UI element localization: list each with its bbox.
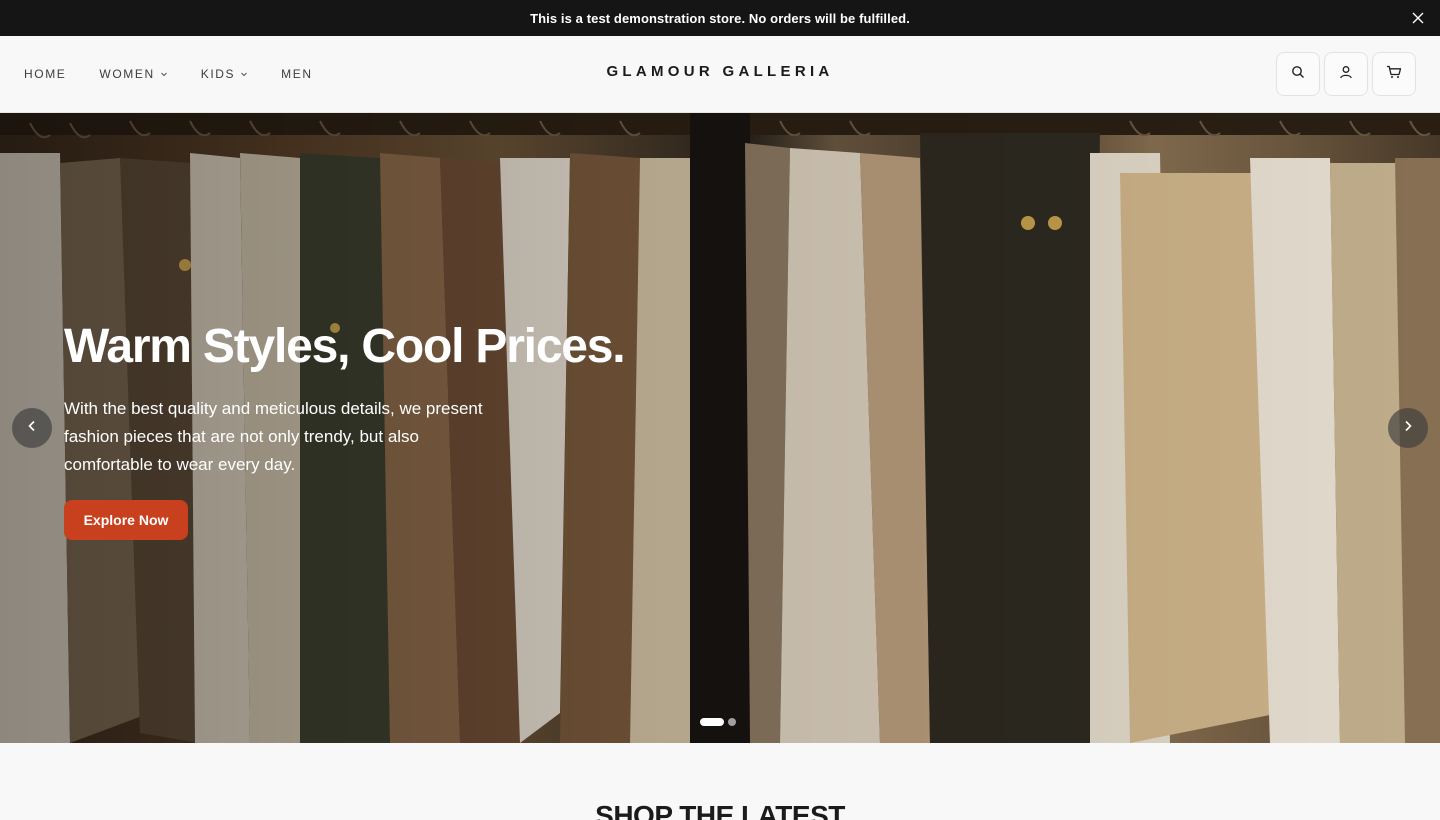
slide-dot-1[interactable] [700, 718, 724, 726]
header-actions [1272, 52, 1416, 96]
close-icon[interactable] [1408, 8, 1428, 28]
slide-dot-2[interactable] [728, 718, 736, 726]
explore-now-button[interactable]: Explore Now [64, 500, 188, 540]
hero-subtitle: With the best quality and meticulous det… [64, 399, 483, 474]
announcement-text: This is a test demonstration store. No o… [530, 10, 910, 26]
site-header: HOME WOMEN KIDS MEN GLAMOUR GALLERIA [0, 36, 1440, 113]
account-icon [1339, 65, 1353, 84]
cart-icon [1386, 65, 1402, 84]
next-slide-button[interactable] [1388, 408, 1428, 448]
hero-slideshow: Warm Styles, Cool Prices. With the best … [0, 113, 1440, 743]
section-title: SHOP THE LATEST [595, 800, 845, 820]
announcement-bar: This is a test demonstration store. No o… [0, 0, 1440, 36]
chevron-left-icon [27, 419, 37, 437]
account-button[interactable] [1324, 52, 1368, 96]
search-icon [1291, 65, 1305, 84]
slide-pagination [700, 718, 740, 726]
chevron-right-icon [1403, 419, 1413, 437]
previous-slide-button[interactable] [12, 408, 52, 448]
search-button[interactable] [1276, 52, 1320, 96]
store-logo[interactable]: GLAMOUR GALLERIA [0, 63, 1440, 80]
hero-title: Warm Styles, Cool Prices. [64, 320, 626, 373]
cart-button[interactable] [1372, 52, 1416, 96]
